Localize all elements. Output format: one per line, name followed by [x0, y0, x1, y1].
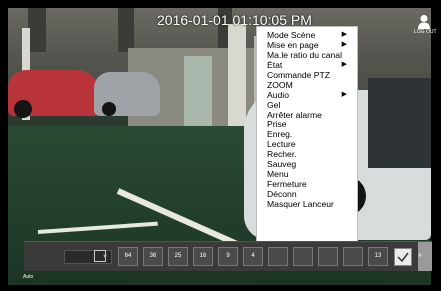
layout-button[interactable]: 4 — [243, 247, 263, 266]
context-menu: Mode Scène ▶ Mise en page ▶ Ma.le ratio du c… — [256, 26, 358, 255]
menu-item[interactable]: Recher. — [257, 149, 357, 159]
ceiling-beam — [28, 8, 46, 52]
corner-label: Auto — [23, 274, 34, 280]
menu-item-label: Menu — [267, 169, 289, 180]
menu-item[interactable]: Masquer Lanceur — [257, 199, 357, 209]
submenu-arrow-icon: ▶ — [341, 31, 347, 38]
menu-item[interactable]: Menu — [257, 169, 357, 179]
menu-item-label: Prise — [267, 119, 287, 130]
menu-item[interactable]: Mise en page ▶ — [257, 40, 357, 50]
submenu-arrow-icon: ▶ — [341, 40, 347, 48]
tire — [102, 102, 116, 116]
logout-label: LOG OUT — [414, 29, 437, 35]
menu-item-label: Sauveg — [267, 159, 297, 170]
menu-item-label: ZOOM — [267, 79, 293, 90]
menu-item[interactable]: État ▶ — [257, 60, 357, 70]
menu-item-label: Audio — [267, 89, 289, 100]
menu-item-label: Enreg. — [267, 129, 293, 140]
menu-item-label: Lecture — [267, 139, 296, 150]
check-icon — [397, 252, 409, 263]
menu-item-label: Déconn — [267, 189, 297, 199]
menu-item[interactable]: Ma.le ratio du canal — [257, 50, 357, 60]
menu-item-label: Gel — [267, 99, 281, 110]
bottom-toolbar: ▼ 64 36 25 16 9 4 13 — [24, 241, 432, 271]
layout-button[interactable]: 16 — [193, 247, 213, 266]
grid-icon[interactable] — [94, 250, 106, 262]
layout-button[interactable] — [343, 247, 363, 266]
layout-button[interactable] — [268, 247, 288, 266]
layout-button[interactable]: 64 — [118, 247, 138, 266]
menu-item-label: Arrêter alarme — [267, 109, 322, 120]
menu-item[interactable]: Lecture — [257, 139, 357, 149]
pillar — [228, 24, 246, 128]
menu-item[interactable]: Déconn — [257, 189, 357, 199]
menu-item-label: Mise en page — [267, 39, 319, 50]
menu-item[interactable]: ZOOM — [257, 80, 357, 90]
menu-item-label: Masquer Lanceur — [267, 198, 334, 209]
menu-item[interactable]: Mode Scène ▶ — [257, 30, 357, 40]
menu-item[interactable]: Fermeture — [257, 179, 357, 189]
menu-item-label: Commande PTZ — [267, 69, 331, 80]
ceiling-beam — [118, 8, 134, 52]
menu-item-label: Fermeture — [267, 179, 307, 190]
checkbox[interactable] — [394, 248, 412, 266]
menu-item[interactable]: Gel — [257, 100, 357, 110]
menu-item-label: Ma.le ratio du canal — [267, 49, 342, 60]
layout-button[interactable] — [293, 247, 313, 266]
menu-item-label: État — [267, 59, 283, 70]
tire — [14, 100, 32, 118]
menu-item-label: Mode Scène — [267, 30, 316, 40]
submenu-arrow-icon: ▶ — [341, 90, 347, 98]
next-icon[interactable]: » — [418, 252, 422, 259]
layout-button[interactable]: 13 — [368, 247, 388, 266]
door — [184, 56, 212, 126]
menu-item[interactable]: Arrêter alarme — [257, 110, 357, 120]
layout-button[interactable]: 36 — [143, 247, 163, 266]
menu-item[interactable]: Enreg. — [257, 129, 357, 139]
user-icon[interactable] — [417, 14, 431, 30]
menu-item[interactable]: Commande PTZ — [257, 70, 357, 80]
submenu-arrow-icon: ▶ — [341, 60, 347, 68]
menu-item[interactable]: Sauveg — [257, 159, 357, 169]
layout-button[interactable]: 9 — [218, 247, 238, 266]
screen: 2016-01-01 01:10:05 PM LOG OUT Mode Scèn… — [0, 0, 441, 291]
menu-item-label: Recher. — [267, 149, 297, 160]
menu-item[interactable]: Audio ▶ — [257, 90, 357, 100]
layout-button[interactable]: 25 — [168, 247, 188, 266]
menu-item[interactable]: Prise — [257, 119, 357, 129]
layout-button[interactable] — [318, 247, 338, 266]
car-window — [368, 78, 431, 168]
